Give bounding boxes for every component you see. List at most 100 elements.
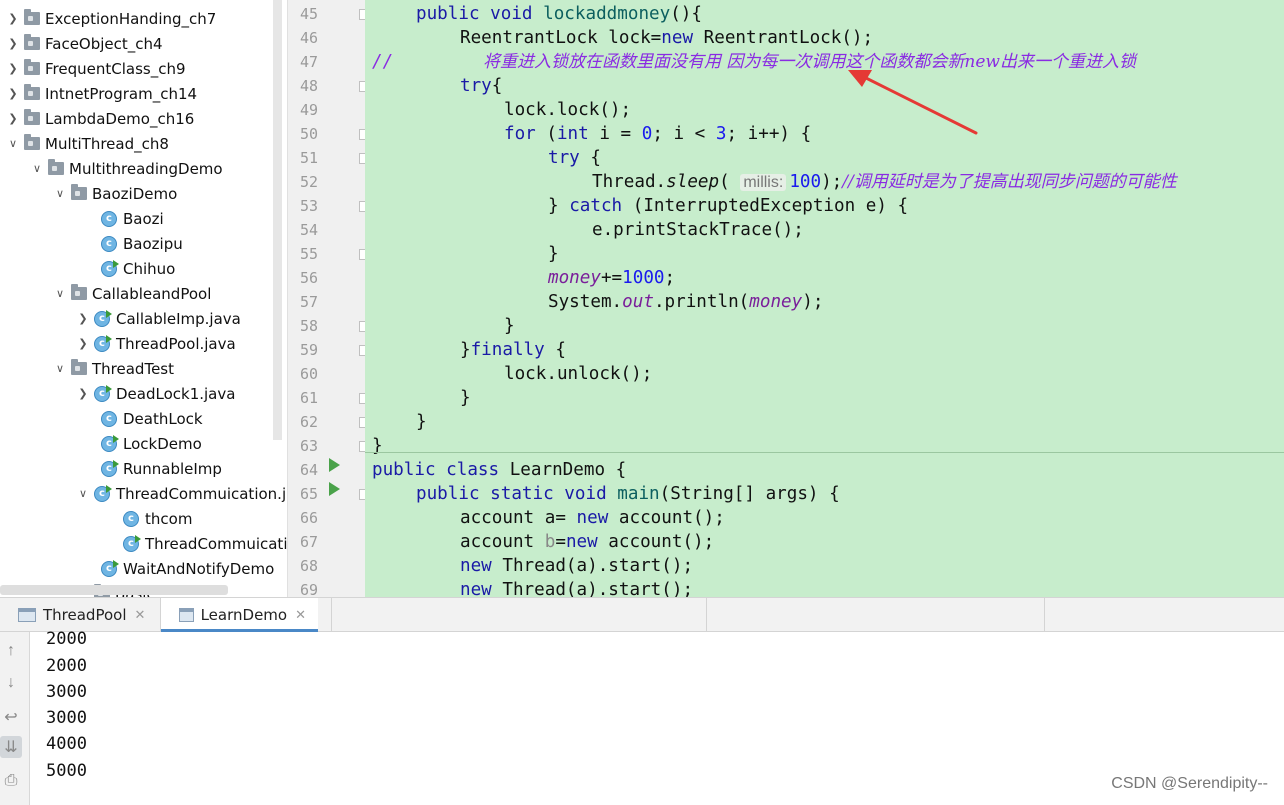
tree-item-callableandpool[interactable]: ∨ CallableandPool (53, 281, 211, 306)
tree-item-baozidemo[interactable]: ∨ BaoziDemo (53, 181, 177, 206)
tree-item-intnetprogram[interactable]: ❯ IntnetProgram_ch14 (6, 81, 197, 106)
tree-item-waitandnotifydemo[interactable]: c WaitAndNotifyDemo (101, 556, 274, 581)
chevron-right-icon[interactable]: ❯ (76, 312, 90, 326)
chevron-down-icon[interactable]: ∨ (53, 362, 67, 376)
tree-item-label: MultiThread_ch8 (45, 134, 169, 153)
tree-item-label: RunnableImp (123, 459, 222, 478)
scroll-to-end-icon[interactable]: ⇊ (0, 736, 22, 758)
code-line: new Thread(a).start(); (460, 556, 694, 576)
arrow-down-icon[interactable]: ↓ (0, 672, 22, 694)
tree-item-threadcommuicatic[interactable]: c ThreadCommuicatic (123, 531, 287, 556)
tree-item-deadlock1[interactable]: ❯ c DeadLock1.java (76, 381, 235, 406)
code-line: money+=1000; (548, 268, 676, 288)
arrow-up-icon[interactable]: ↑ (0, 640, 22, 662)
code-editor[interactable]: public void lockaddmoney(){ ReentrantLoc… (365, 0, 1284, 597)
console-output[interactable]: 2000 2000 3000 3000 4000 5000 (30, 629, 1284, 805)
folder-icon (71, 184, 87, 200)
tree-item-lockdemo[interactable]: c LockDemo (101, 431, 202, 456)
method-separator (365, 452, 1284, 453)
tree-item-label: IntnetProgram_ch14 (45, 84, 198, 103)
chevron-down-icon[interactable]: ∨ (76, 487, 90, 501)
java-runnable-class-icon: c (94, 384, 112, 402)
tree-item-exceptionhanding[interactable]: ❯ ExceptionHanding_ch7 (6, 6, 216, 31)
chevron-down-icon[interactable]: ∨ (53, 187, 67, 201)
console-line: 2000 (46, 629, 87, 649)
tab-learndemo[interactable]: LearnDemo ✕ (161, 598, 318, 632)
tree-item-callableimp[interactable]: ❯ c CallableImp.java (76, 306, 241, 331)
code-line: }finally { (460, 340, 566, 360)
java-runnable-class-icon: c (94, 484, 112, 502)
tree-item-baozipu[interactable]: c Baozipu (101, 231, 183, 256)
folder-icon (24, 134, 40, 150)
tree-item-lambdademo[interactable]: ❯ LambdaDemo_ch16 (6, 106, 194, 131)
console-line: 2000 (46, 656, 87, 676)
tree-item-threadpool[interactable]: ❯ c ThreadPool.java (76, 331, 236, 356)
tree-item-baozi[interactable]: c Baozi (101, 206, 164, 231)
code-line: Thread.sleep( millis: 100);//调用延时是为了提高出现同… (592, 172, 1177, 192)
chevron-right-icon[interactable]: ❯ (6, 12, 20, 26)
java-runnable-class-icon: c (94, 334, 112, 352)
tree-item-multithreadingdemo[interactable]: ∨ MultithreadingDemo (30, 156, 223, 181)
chevron-right-icon[interactable]: ❯ (6, 37, 20, 51)
chevron-down-icon[interactable]: ∨ (30, 162, 44, 176)
code-line: //将重进入锁放在函数里面没有用 因为每一次调用这个函数都会新new出来一个重进… (372, 52, 1136, 72)
chevron-right-icon[interactable]: ❯ (76, 337, 90, 351)
tree-horizontal-scrollbar[interactable] (0, 585, 228, 595)
console-toolbar: ↑ ↓ ↩ ⇊ ⎙ (0, 632, 30, 805)
code-line: } (548, 244, 559, 264)
chevron-right-icon[interactable]: ❯ (6, 87, 20, 101)
folder-icon (24, 84, 40, 100)
line-number: 67 (299, 533, 318, 551)
line-number: 54 (299, 221, 318, 239)
folder-icon (71, 359, 87, 375)
line-number: 65 (299, 485, 318, 503)
tree-item-deathlock[interactable]: c DeathLock (101, 406, 203, 431)
run-main-icon[interactable] (329, 482, 340, 496)
line-number: 57 (299, 293, 318, 311)
code-line: ReentrantLock lock=new ReentrantLock(); (460, 28, 874, 48)
tree-item-label: ThreadCommuication.j (116, 484, 287, 503)
java-runnable-class-icon: c (101, 259, 119, 277)
soft-wrap-icon[interactable]: ↩ (0, 706, 22, 728)
folder-icon (71, 284, 87, 300)
tree-item-label: Baozipu (123, 234, 183, 253)
java-runnable-class-icon: c (101, 434, 119, 452)
chevron-right-icon[interactable]: ❯ (6, 62, 20, 76)
line-number: 56 (299, 269, 318, 287)
print-icon[interactable]: ⎙ (0, 770, 22, 792)
run-class-icon[interactable] (329, 458, 340, 472)
java-class-icon: c (101, 410, 117, 427)
tree-item-frequentclass[interactable]: ❯ FrequentClass_ch9 (6, 56, 186, 81)
line-number: 59 (299, 341, 318, 359)
tree-item-chihuo[interactable]: c Chihuo (101, 256, 175, 281)
tree-vertical-scrollbar[interactable] (273, 0, 282, 440)
chevron-down-icon[interactable]: ∨ (6, 137, 20, 151)
chevron-down-icon[interactable]: ∨ (53, 287, 67, 301)
code-line: public static void main(String[] args) { (416, 484, 840, 504)
tree-item-threadtest[interactable]: ∨ ThreadTest (53, 356, 174, 381)
java-class-icon: c (101, 210, 117, 227)
line-number: 55 (299, 245, 318, 263)
line-number: 61 (299, 389, 318, 407)
close-icon[interactable]: ✕ (134, 608, 145, 623)
console-line: 5000 (46, 761, 87, 781)
tree-item-label: LambdaDemo_ch16 (45, 109, 195, 128)
line-number: 58 (299, 317, 318, 335)
code-line: account a= new account(); (460, 508, 725, 528)
chevron-right-icon[interactable]: ❯ (76, 387, 90, 401)
chevron-right-icon[interactable]: ❯ (6, 112, 20, 126)
tree-item-label: CallableandPool (92, 284, 212, 303)
folder-icon (24, 59, 40, 75)
close-icon[interactable]: ✕ (295, 608, 306, 623)
code-line: try{ (460, 76, 503, 96)
tree-item-faceobject[interactable]: ❯ FaceObject_ch4 (6, 31, 163, 56)
java-runnable-class-icon: c (101, 559, 119, 577)
tree-item-thcom[interactable]: c thcom (123, 506, 192, 531)
tree-item-multithread[interactable]: ∨ MultiThread_ch8 (6, 131, 169, 156)
tree-item-label: DeadLock1.java (116, 384, 236, 403)
tree-item-runnableimp[interactable]: c RunnableImp (101, 456, 222, 481)
tree-item-label: BaoziDemo (92, 184, 178, 203)
tree-item-threadcommuication[interactable]: ∨ c ThreadCommuication.j (76, 481, 286, 506)
console-line: 4000 (46, 734, 87, 754)
code-line: try { (548, 148, 601, 168)
